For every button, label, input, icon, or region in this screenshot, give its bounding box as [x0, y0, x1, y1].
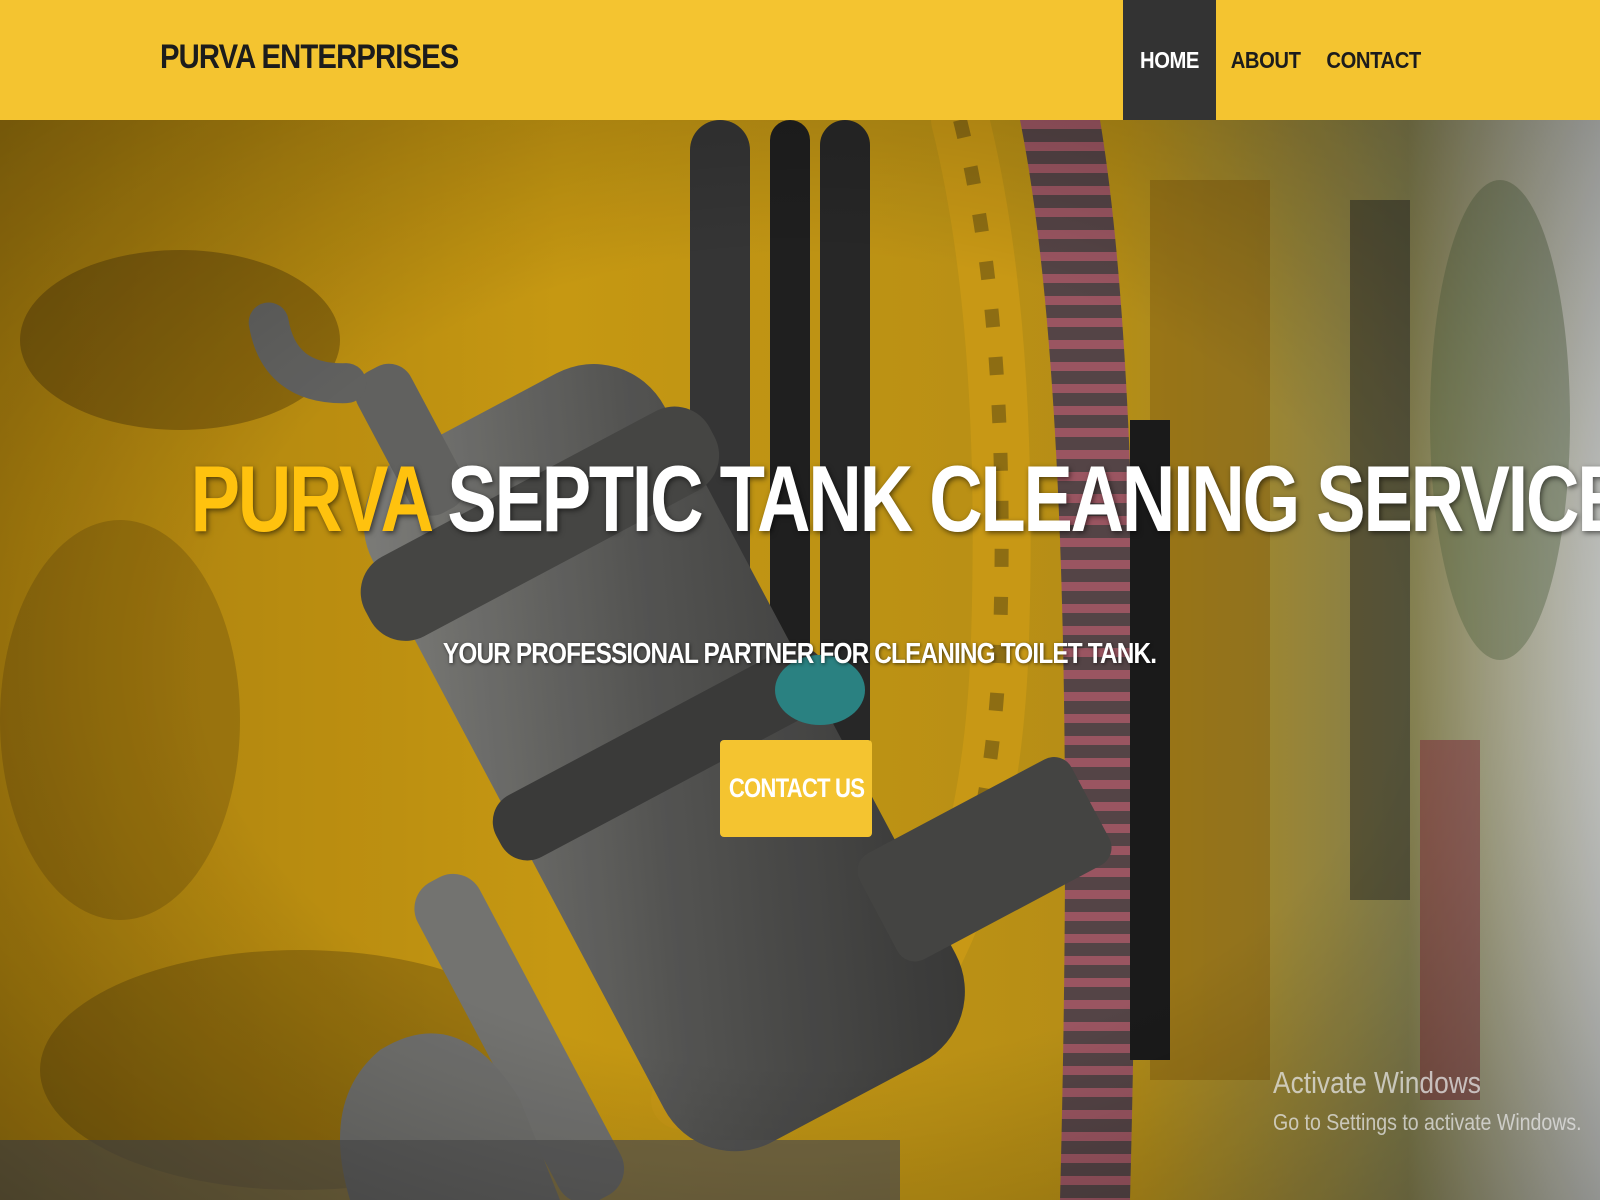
top-navbar: PURVA ENTERPRISES HOME ABOUT CONTACT [0, 0, 1600, 120]
hero-title: PURVA SEPTIC TANK CLEANING SERVICE [0, 445, 1600, 553]
activate-windows-watermark: Activate Windows Go to Settings to activ… [1273, 1065, 1600, 1136]
nav-about-label: ABOUT [1230, 46, 1301, 73]
watermark-subtitle: Go to Settings to activate Windows. [1273, 1109, 1582, 1135]
contact-us-label: CONTACT US [728, 773, 864, 803]
nav-contact-label: CONTACT [1326, 46, 1422, 73]
main-nav: HOME ABOUT CONTACT [1123, 0, 1433, 120]
hero-title-accent: PURVA [190, 446, 432, 551]
hero-subtitle-text: YOUR PROFESSIONAL PARTNER FOR CLEANING T… [443, 638, 1157, 670]
hero-section: PURVA SEPTIC TANK CLEANING SERVICE YOUR … [0, 120, 1600, 1200]
contact-us-button[interactable]: CONTACT US [720, 740, 872, 837]
nav-home[interactable]: HOME [1123, 0, 1216, 120]
nav-contact[interactable]: CONTACT [1315, 0, 1433, 120]
nav-home-label: HOME [1140, 46, 1199, 73]
hero-title-rest: SEPTIC TANK CLEANING SERVICE [429, 446, 1600, 551]
nav-about[interactable]: ABOUT [1216, 0, 1315, 120]
brand-logo[interactable]: PURVA ENTERPRISES [160, 38, 459, 77]
watermark-title: Activate Windows [1273, 1065, 1481, 1100]
hero-subtitle: YOUR PROFESSIONAL PARTNER FOR CLEANING T… [0, 638, 1600, 671]
